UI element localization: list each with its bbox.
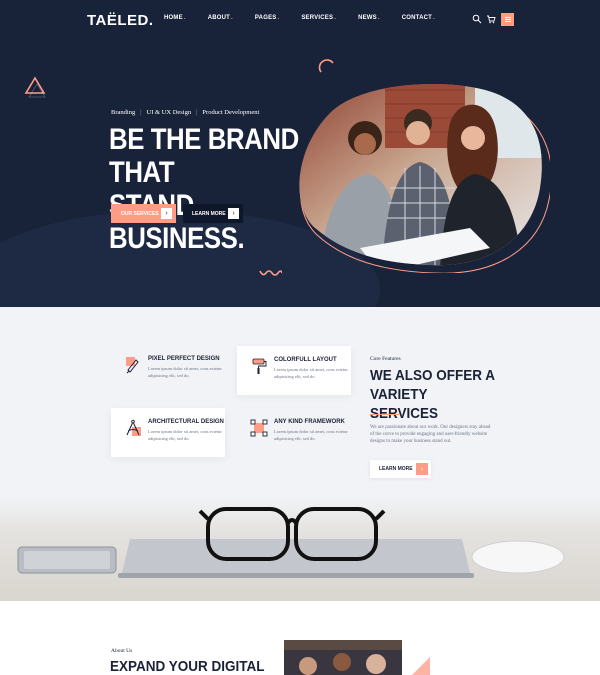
services-section: PIXEL PERFECT DESIGN Lorem ipsum dolor s… — [0, 307, 600, 601]
our-services-label: OUR SERVICES — [121, 210, 159, 217]
card-title: ARCHITECTURAL DESIGN — [148, 419, 224, 425]
nav-contact-label: CONTACT — [401, 15, 433, 21]
card-desc: Lorem ipsum dolor sit amet, cons ectetur… — [148, 429, 222, 441]
features-kicker: Core Features — [370, 356, 401, 362]
arrow-right-icon: › — [416, 463, 428, 475]
tag-product: Product Development — [202, 109, 260, 116]
tag-branding: Branding — [111, 109, 136, 116]
card-desc: Lorem ipsum dolor sit amet, cons ectetur… — [148, 366, 222, 378]
nav-services-label: SERVICES — [301, 15, 334, 21]
hero-section: TAËLED. HOME. ABOUT. PAGES. SERVICES. NE… — [0, 0, 600, 307]
accent-divider — [370, 414, 400, 415]
about-section: About Us EXPAND YOUR DIGITAL — [0, 601, 600, 675]
tag-ui-ux: UI & UX Design — [146, 109, 192, 116]
main-nav: HOME. ABOUT. PAGES. SERVICES. NEWS. CONT… — [164, 15, 457, 21]
card-title: PIXEL PERFECT DESIGN — [148, 356, 220, 362]
nav-about-label: ABOUT — [207, 15, 231, 21]
nav-pages-label: PAGES — [254, 15, 277, 21]
card-desc: Lorem ipsum dolor sit amet, cons ectetur… — [274, 429, 348, 441]
pen-tool-icon — [126, 357, 139, 374]
learn-more-label: LEARN MORE — [192, 210, 226, 217]
arrow-right-icon: › — [161, 208, 172, 219]
about-team-photo — [284, 640, 402, 675]
nav-news-label: NEWS — [358, 15, 377, 21]
hero-tags: Branding | UI & UX Design | Product Deve… — [111, 109, 260, 116]
nav-contact[interactable]: CONTACT. — [402, 15, 435, 21]
site-logo[interactable]: TAËLED. — [87, 12, 154, 29]
vector-nodes-icon — [250, 419, 268, 437]
service-card-architectural[interactable]: ARCHITECTURAL DESIGN Lorem ipsum dolor s… — [111, 408, 225, 457]
cart-icon[interactable] — [486, 14, 496, 24]
nav-services[interactable]: SERVICES. — [301, 15, 336, 21]
search-icon[interactable] — [472, 14, 482, 24]
service-card-colorful[interactable]: COLORFULL LAYOUT Lorem ipsum dolor sit a… — [237, 346, 351, 395]
nav-home-label: HOME — [164, 15, 183, 21]
compass-icon — [126, 419, 141, 436]
card-desc: Lorem ipsum dolor sit amet, cons ectetur… — [274, 367, 348, 379]
card-title: ANY KIND FRAMEWORK — [274, 419, 345, 425]
services-learn-more-button[interactable]: LEARN MORE › — [370, 460, 431, 478]
desk-photo — [0, 497, 600, 601]
about-title: EXPAND YOUR DIGITAL — [110, 658, 265, 675]
learn-more-button[interactable]: LEARN MORE › — [183, 204, 243, 223]
nav-home[interactable]: HOME. — [164, 15, 186, 21]
nav-news[interactable]: NEWS. — [358, 15, 380, 21]
features-description: We are passionate about our work. Our de… — [370, 425, 491, 444]
our-services-button[interactable]: OUR SERVICES › — [111, 204, 176, 223]
features-title-line2: VARIETY SERVICES — [370, 386, 439, 422]
hero-team-photo — [299, 83, 550, 273]
nav-pages[interactable]: PAGES. — [255, 15, 279, 21]
menu-icon[interactable] — [501, 13, 514, 26]
nav-about[interactable]: ABOUT. — [208, 15, 233, 21]
services-learn-more-label: LEARN MORE — [379, 466, 413, 472]
arc-deco-icon — [318, 59, 334, 73]
triangle-deco-icon — [410, 657, 430, 675]
service-card-framework[interactable]: ANY KIND FRAMEWORK Lorem ipsum dolor sit… — [237, 408, 351, 457]
card-title: COLORFULL LAYOUT — [274, 357, 337, 363]
triangle-deco-icon — [24, 76, 46, 98]
about-kicker: About Us — [111, 648, 133, 654]
arrow-right-icon: › — [228, 208, 239, 219]
service-card-pixel[interactable]: PIXEL PERFECT DESIGN Lorem ipsum dolor s… — [111, 345, 225, 394]
paint-roller-icon — [252, 358, 267, 374]
squiggle-deco-icon — [259, 270, 282, 276]
features-title-line1: WE ALSO OFFER A — [370, 367, 496, 384]
